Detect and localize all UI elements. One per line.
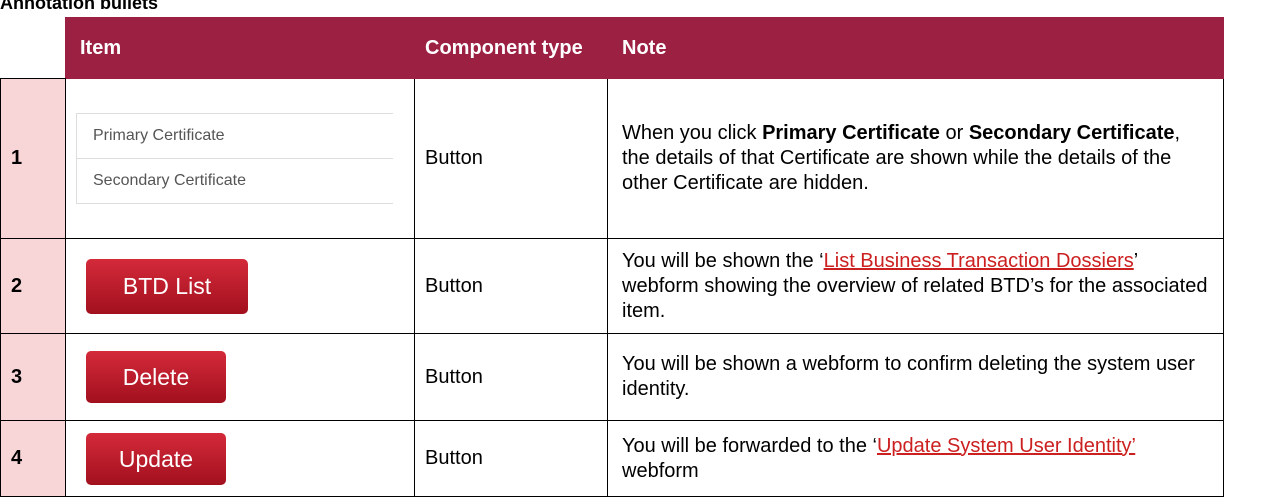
note-cell: You will be shown a webform to confirm d… xyxy=(607,333,1224,421)
note-cell: You will be forwarded to the ‘Update Sys… xyxy=(607,420,1224,497)
secondary-certificate-button[interactable]: Secondary Certificate xyxy=(77,159,393,204)
list-business-transaction-dossiers-link[interactable]: List Business Transaction Dossiers xyxy=(824,250,1134,272)
item-cell: Update xyxy=(65,420,415,497)
table-row: 1 Primary Certificate Secondary Certific… xyxy=(0,78,1224,239)
certificate-tab-list: Primary Certificate Secondary Certificat… xyxy=(76,113,393,204)
section-heading: Annotation bullets xyxy=(0,0,158,13)
component-type-cell: Button xyxy=(414,238,608,334)
note-cell: You will be shown the ‘List Business Tra… xyxy=(607,238,1224,334)
table-row: 2 BTD List Button You will be shown the … xyxy=(0,238,1224,334)
header-item: Item xyxy=(65,17,415,79)
row-number: 2 xyxy=(0,238,66,334)
note-text: You will be forwarded to the ‘ xyxy=(622,434,877,457)
header-blank-cell xyxy=(0,17,66,79)
note-text: When you click xyxy=(622,122,763,144)
header-component-type: Component type xyxy=(414,17,608,79)
note-bold-text: Primary Certificate xyxy=(762,122,940,144)
delete-button[interactable]: Delete xyxy=(86,351,226,403)
component-type-cell: Button xyxy=(414,333,608,421)
component-type-cell: Button xyxy=(414,420,608,497)
row-number: 3 xyxy=(0,333,66,421)
row-number: 1 xyxy=(0,78,66,239)
note-text: You will be shown the ‘ xyxy=(622,249,824,272)
btd-list-button[interactable]: BTD List xyxy=(86,258,248,314)
table-header-row: Item Component type Note xyxy=(0,17,1224,79)
item-cell: Delete xyxy=(65,333,415,421)
annotation-table: Item Component type Note 1 Primary Certi… xyxy=(0,17,1224,497)
header-note: Note xyxy=(607,17,1224,79)
table-row: 4 Update Button You will be forwarded to… xyxy=(0,420,1224,497)
note-cell: When you click Primary Certificate or Se… xyxy=(607,78,1224,239)
note-bold-text: Secondary Certificate xyxy=(968,122,1175,144)
table-row: 3 Delete Button You will be shown a webf… xyxy=(0,333,1224,421)
primary-certificate-button[interactable]: Primary Certificate xyxy=(77,114,393,159)
note-text: You will be shown a webform to confirm d… xyxy=(622,353,1195,400)
note-text: webform xyxy=(622,459,699,482)
item-cell: BTD List xyxy=(65,238,415,334)
row-number: 4 xyxy=(0,420,66,497)
update-system-user-identity-link[interactable]: Update System User Identity’ xyxy=(877,435,1135,457)
item-cell: Primary Certificate Secondary Certificat… xyxy=(65,78,415,239)
note-text: or xyxy=(939,122,969,144)
component-type-cell: Button xyxy=(414,78,608,239)
update-button[interactable]: Update xyxy=(86,432,226,485)
